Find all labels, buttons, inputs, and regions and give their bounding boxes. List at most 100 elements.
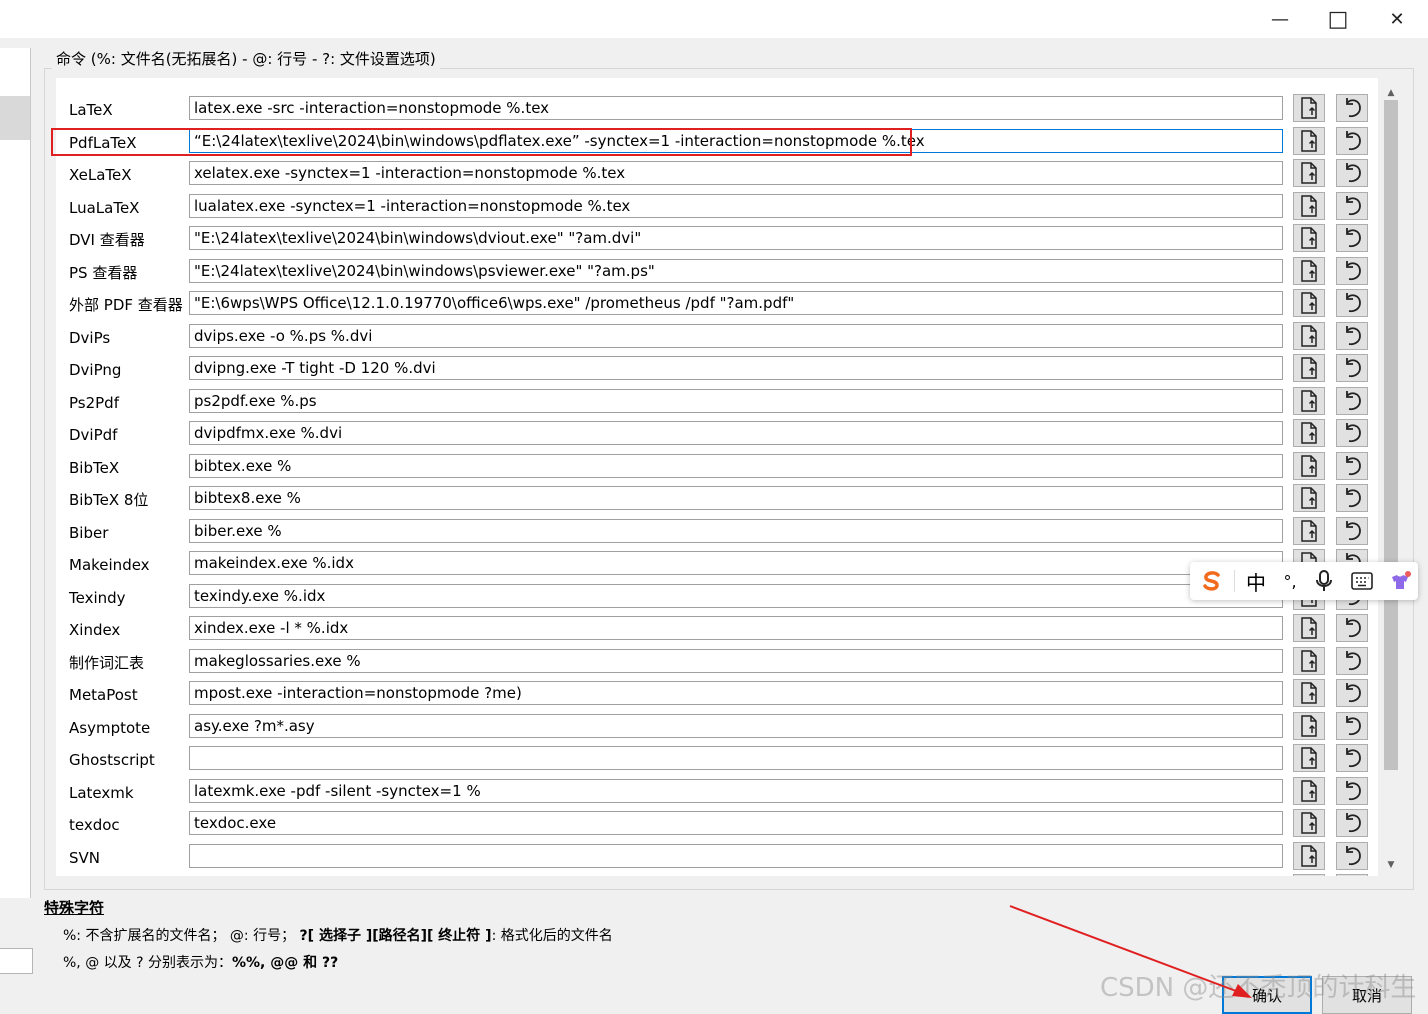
command-input[interactable]: latex.exe -src -interaction=nonstopmode … [189,96,1283,120]
ime-chinese-mode-button[interactable]: 中 [1242,567,1270,595]
command-input[interactable] [189,746,1283,770]
maximize-icon: □ [1327,6,1349,32]
browse-file-button[interactable] [1293,126,1325,155]
command-input[interactable]: makeglossaries.exe % [189,648,1283,673]
keyboard-icon[interactable] [1348,567,1376,595]
reset-button[interactable] [1336,744,1368,772]
browse-file-button[interactable] [1293,484,1325,512]
reset-button[interactable] [1336,679,1368,707]
command-input[interactable]: lualatex.exe -synctex=1 -interaction=non… [189,193,1283,218]
reset-button[interactable] [1336,711,1368,740]
browse-file-button[interactable] [1293,614,1325,642]
reset-button[interactable] [1336,354,1368,382]
browse-file-button[interactable] [1293,354,1325,382]
browse-file-button[interactable] [1293,289,1325,317]
reset-button[interactable] [1336,191,1368,220]
browse-file-button[interactable] [1293,321,1325,350]
command-row: Asymptote asy.exe ?m*.asy [56,711,1378,744]
reset-button[interactable] [1336,874,1368,876]
command-input[interactable]: dvips.exe -o %.ps %.dvi [189,323,1283,348]
ime-punctuation-button[interactable]: °, [1276,567,1304,595]
command-input[interactable]: "E:\24latex\texlive\2024\bin\windows\dvi… [189,226,1283,250]
browse-file-button[interactable] [1293,386,1325,415]
command-input[interactable]: bibtex.exe % [189,453,1283,478]
browse-file-button[interactable] [1293,679,1325,707]
browse-file-button[interactable] [1293,646,1325,675]
reset-button[interactable] [1336,256,1368,285]
command-input[interactable]: texdoc.exe [189,811,1283,835]
browse-file-button[interactable] [1293,809,1325,837]
command-input[interactable]: “E:\24latex\texlive\2024\bin\windows\pdf… [189,128,1283,153]
sogou-logo-icon[interactable] [1198,567,1226,595]
reset-button[interactable] [1336,809,1368,837]
command-input[interactable]: biber.exe % [189,518,1283,543]
command-row: DviPng dvipng.exe -T tight -D 120 %.dvi [56,354,1378,386]
command-input[interactable]: dvipng.exe -T tight -D 120 %.dvi [189,356,1283,380]
browse-file-button[interactable] [1293,874,1325,876]
command-input[interactable]: bibtex8.exe % [189,486,1283,510]
vertical-scrollbar[interactable]: ▲ ▼ [1382,80,1400,876]
reset-button[interactable] [1336,614,1368,642]
reset-button[interactable] [1336,126,1368,155]
left-list-selected-item[interactable] [0,96,30,140]
command-input[interactable]: xindex.exe -l * %.idx [189,616,1283,640]
browse-file-button[interactable] [1293,256,1325,285]
maximize-button[interactable]: □ [1308,0,1368,38]
browse-file-button[interactable] [1293,841,1325,870]
scrollbar-thumb[interactable] [1384,100,1398,770]
command-input[interactable]: ps2pdf.exe %.ps [189,388,1283,413]
minimize-button[interactable]: — [1250,0,1310,38]
command-input[interactable]: latexmk.exe -pdf -silent -synctex=1 % [189,778,1283,803]
reset-button[interactable] [1336,224,1368,252]
reset-button[interactable] [1336,776,1368,805]
browse-file-button[interactable] [1293,711,1325,740]
undo-icon [1341,162,1363,184]
left-input-field[interactable] [0,948,33,974]
reset-button[interactable] [1336,386,1368,415]
undo-icon [1341,325,1363,347]
browse-file-button[interactable] [1293,224,1325,252]
reset-button[interactable] [1336,646,1368,675]
command-input[interactable]: xelatex.exe -synctex=1 -interaction=nons… [189,161,1283,185]
reset-button[interactable] [1336,484,1368,512]
command-row: 外部 PDF 查看器 "E:\6wps\WPS Office\12.1.0.197… [56,289,1378,321]
browse-file-button[interactable] [1293,191,1325,220]
reset-button[interactable] [1336,419,1368,447]
skin-icon[interactable] [1386,567,1414,595]
file-arrow-icon [1299,422,1319,444]
close-button[interactable]: ✕ [1367,0,1427,38]
browse-file-button[interactable] [1293,451,1325,480]
reset-button[interactable] [1336,159,1368,187]
command-input[interactable]: dvipdfmx.exe %.dvi [189,421,1283,445]
browse-file-button[interactable] [1293,419,1325,447]
command-input[interactable]: asy.exe ?m*.asy [189,713,1283,738]
command-row: Xindex xindex.exe -l * %.idx [56,614,1378,646]
reset-button[interactable] [1336,321,1368,350]
reset-button[interactable] [1336,841,1368,870]
command-input[interactable]: "E:\24latex\texlive\2024\bin\windows\psv… [189,258,1283,283]
scroll-down-arrow-icon[interactable]: ▼ [1382,856,1400,874]
command-row: DviPs dvips.exe -o %.ps %.dvi [56,321,1378,354]
command-row: texdoc texdoc.exe [56,809,1378,841]
command-input[interactable]: "E:\6wps\WPS Office\12.1.0.19770\office6… [189,291,1283,315]
microphone-icon[interactable] [1310,567,1338,595]
reset-button[interactable] [1336,516,1368,545]
browse-file-button[interactable] [1293,776,1325,805]
command-row: BibTeX 8位 bibtex8.exe % [56,484,1378,516]
command-input[interactable]: texindy.exe %.idx [189,583,1283,608]
browse-file-button[interactable] [1293,744,1325,772]
reset-button[interactable] [1336,94,1368,122]
undo-icon [1341,97,1363,119]
left-list-pane[interactable] [0,48,31,898]
reset-button[interactable] [1336,451,1368,480]
undo-icon [1341,845,1363,867]
command-input[interactable]: makeindex.exe %.idx [189,551,1283,575]
reset-button[interactable] [1336,289,1368,317]
command-input[interactable]: mpost.exe -interaction=nonstopmode ?me) [189,681,1283,705]
close-icon: ✕ [1389,8,1405,30]
browse-file-button[interactable] [1293,516,1325,545]
command-input[interactable] [189,843,1283,868]
browse-file-button[interactable] [1293,159,1325,187]
file-arrow-icon [1299,97,1319,119]
browse-file-button[interactable] [1293,94,1325,122]
